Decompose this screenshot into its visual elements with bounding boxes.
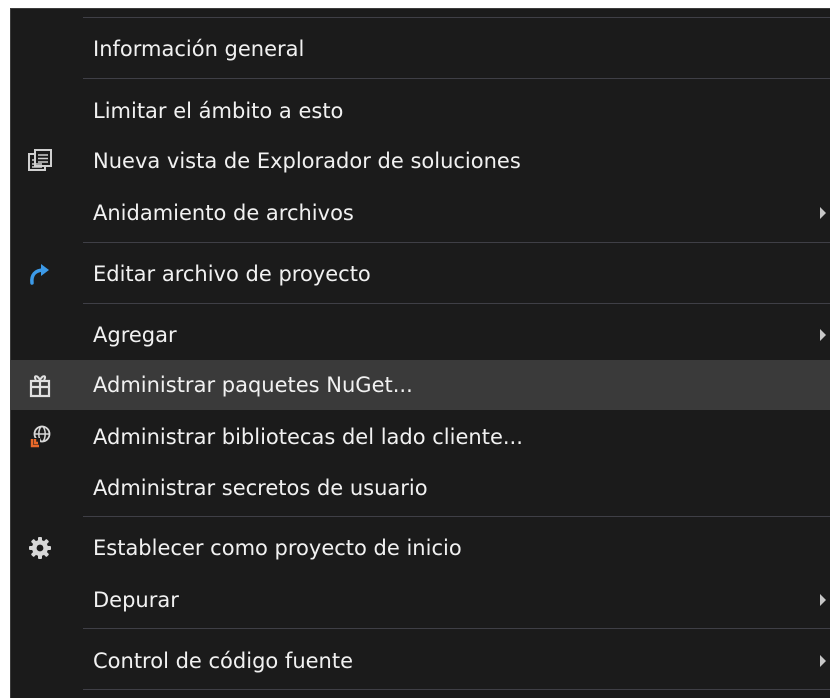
solution-explorer-view-icon xyxy=(28,149,52,171)
menu-item-label: Limitar el ámbito a esto xyxy=(93,99,344,123)
menu-separator xyxy=(83,78,830,79)
client-libraries-icon xyxy=(30,425,51,448)
submenu-arrow-icon xyxy=(820,594,826,606)
gear-icon xyxy=(29,537,51,559)
menu-separator xyxy=(83,516,830,517)
menu-separator xyxy=(83,242,830,243)
menu-separator xyxy=(83,689,830,690)
menu-item-label: Administrar bibliotecas del lado cliente… xyxy=(93,425,523,449)
menu-item-label: Nueva vista de Explorador de soluciones xyxy=(93,149,521,173)
menu-item-editar-archivo[interactable]: Editar archivo de proyecto xyxy=(11,249,830,299)
menu-item-agregar[interactable]: Agregar xyxy=(11,310,830,360)
menu-item-establecer-inicio[interactable]: Establecer como proyecto de inicio xyxy=(11,523,830,573)
context-menu: Información general Limitar el ámbito a … xyxy=(10,8,830,698)
menu-item-bibliotecas-cliente[interactable]: Administrar bibliotecas del lado cliente… xyxy=(11,412,830,462)
menu-item-limitar-ambito[interactable]: Limitar el ámbito a esto xyxy=(11,86,830,136)
menu-item-informacion-general[interactable]: Información general xyxy=(11,24,830,74)
edit-project-arrow-icon xyxy=(30,264,49,285)
nuget-package-icon xyxy=(29,375,51,398)
submenu-arrow-icon xyxy=(820,655,826,667)
menu-item-nuget[interactable]: Administrar paquetes NuGet... xyxy=(11,360,830,410)
menu-item-label: Editar archivo de proyecto xyxy=(93,262,371,286)
menu-item-depurar[interactable]: Depurar xyxy=(11,575,830,625)
menu-separator xyxy=(83,628,830,629)
menu-separator xyxy=(83,17,830,18)
submenu-arrow-icon xyxy=(820,207,826,219)
menu-item-secretos[interactable]: Administrar secretos de usuario xyxy=(11,463,830,513)
menu-item-label: Depurar xyxy=(93,588,179,612)
menu-item-control-codigo[interactable]: Control de código fuente xyxy=(11,636,830,686)
menu-item-label: Agregar xyxy=(93,323,177,347)
menu-item-label: Información general xyxy=(93,37,305,61)
menu-separator xyxy=(83,303,830,304)
menu-item-nueva-vista[interactable]: Nueva vista de Explorador de soluciones xyxy=(11,136,830,186)
menu-item-label: Control de código fuente xyxy=(93,649,354,673)
menu-item-label: Establecer como proyecto de inicio xyxy=(93,536,462,560)
menu-item-label: Administrar paquetes NuGet... xyxy=(93,373,413,397)
menu-item-anidamiento[interactable]: Anidamiento de archivos xyxy=(11,188,830,238)
menu-item-label: Anidamiento de archivos xyxy=(93,201,354,225)
menu-item-label: Administrar secretos de usuario xyxy=(93,476,428,500)
submenu-arrow-icon xyxy=(820,329,826,341)
